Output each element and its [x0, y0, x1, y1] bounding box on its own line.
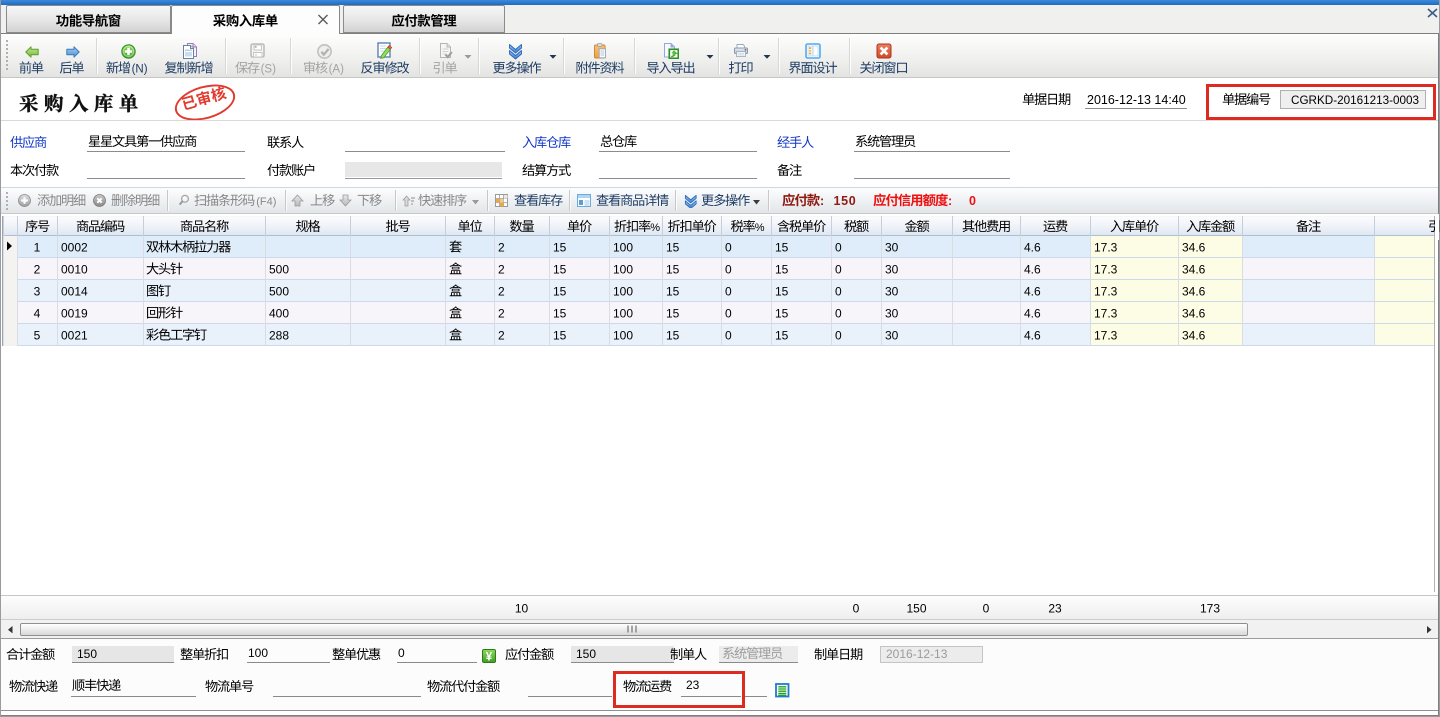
svg-text:¥: ¥	[486, 651, 493, 663]
